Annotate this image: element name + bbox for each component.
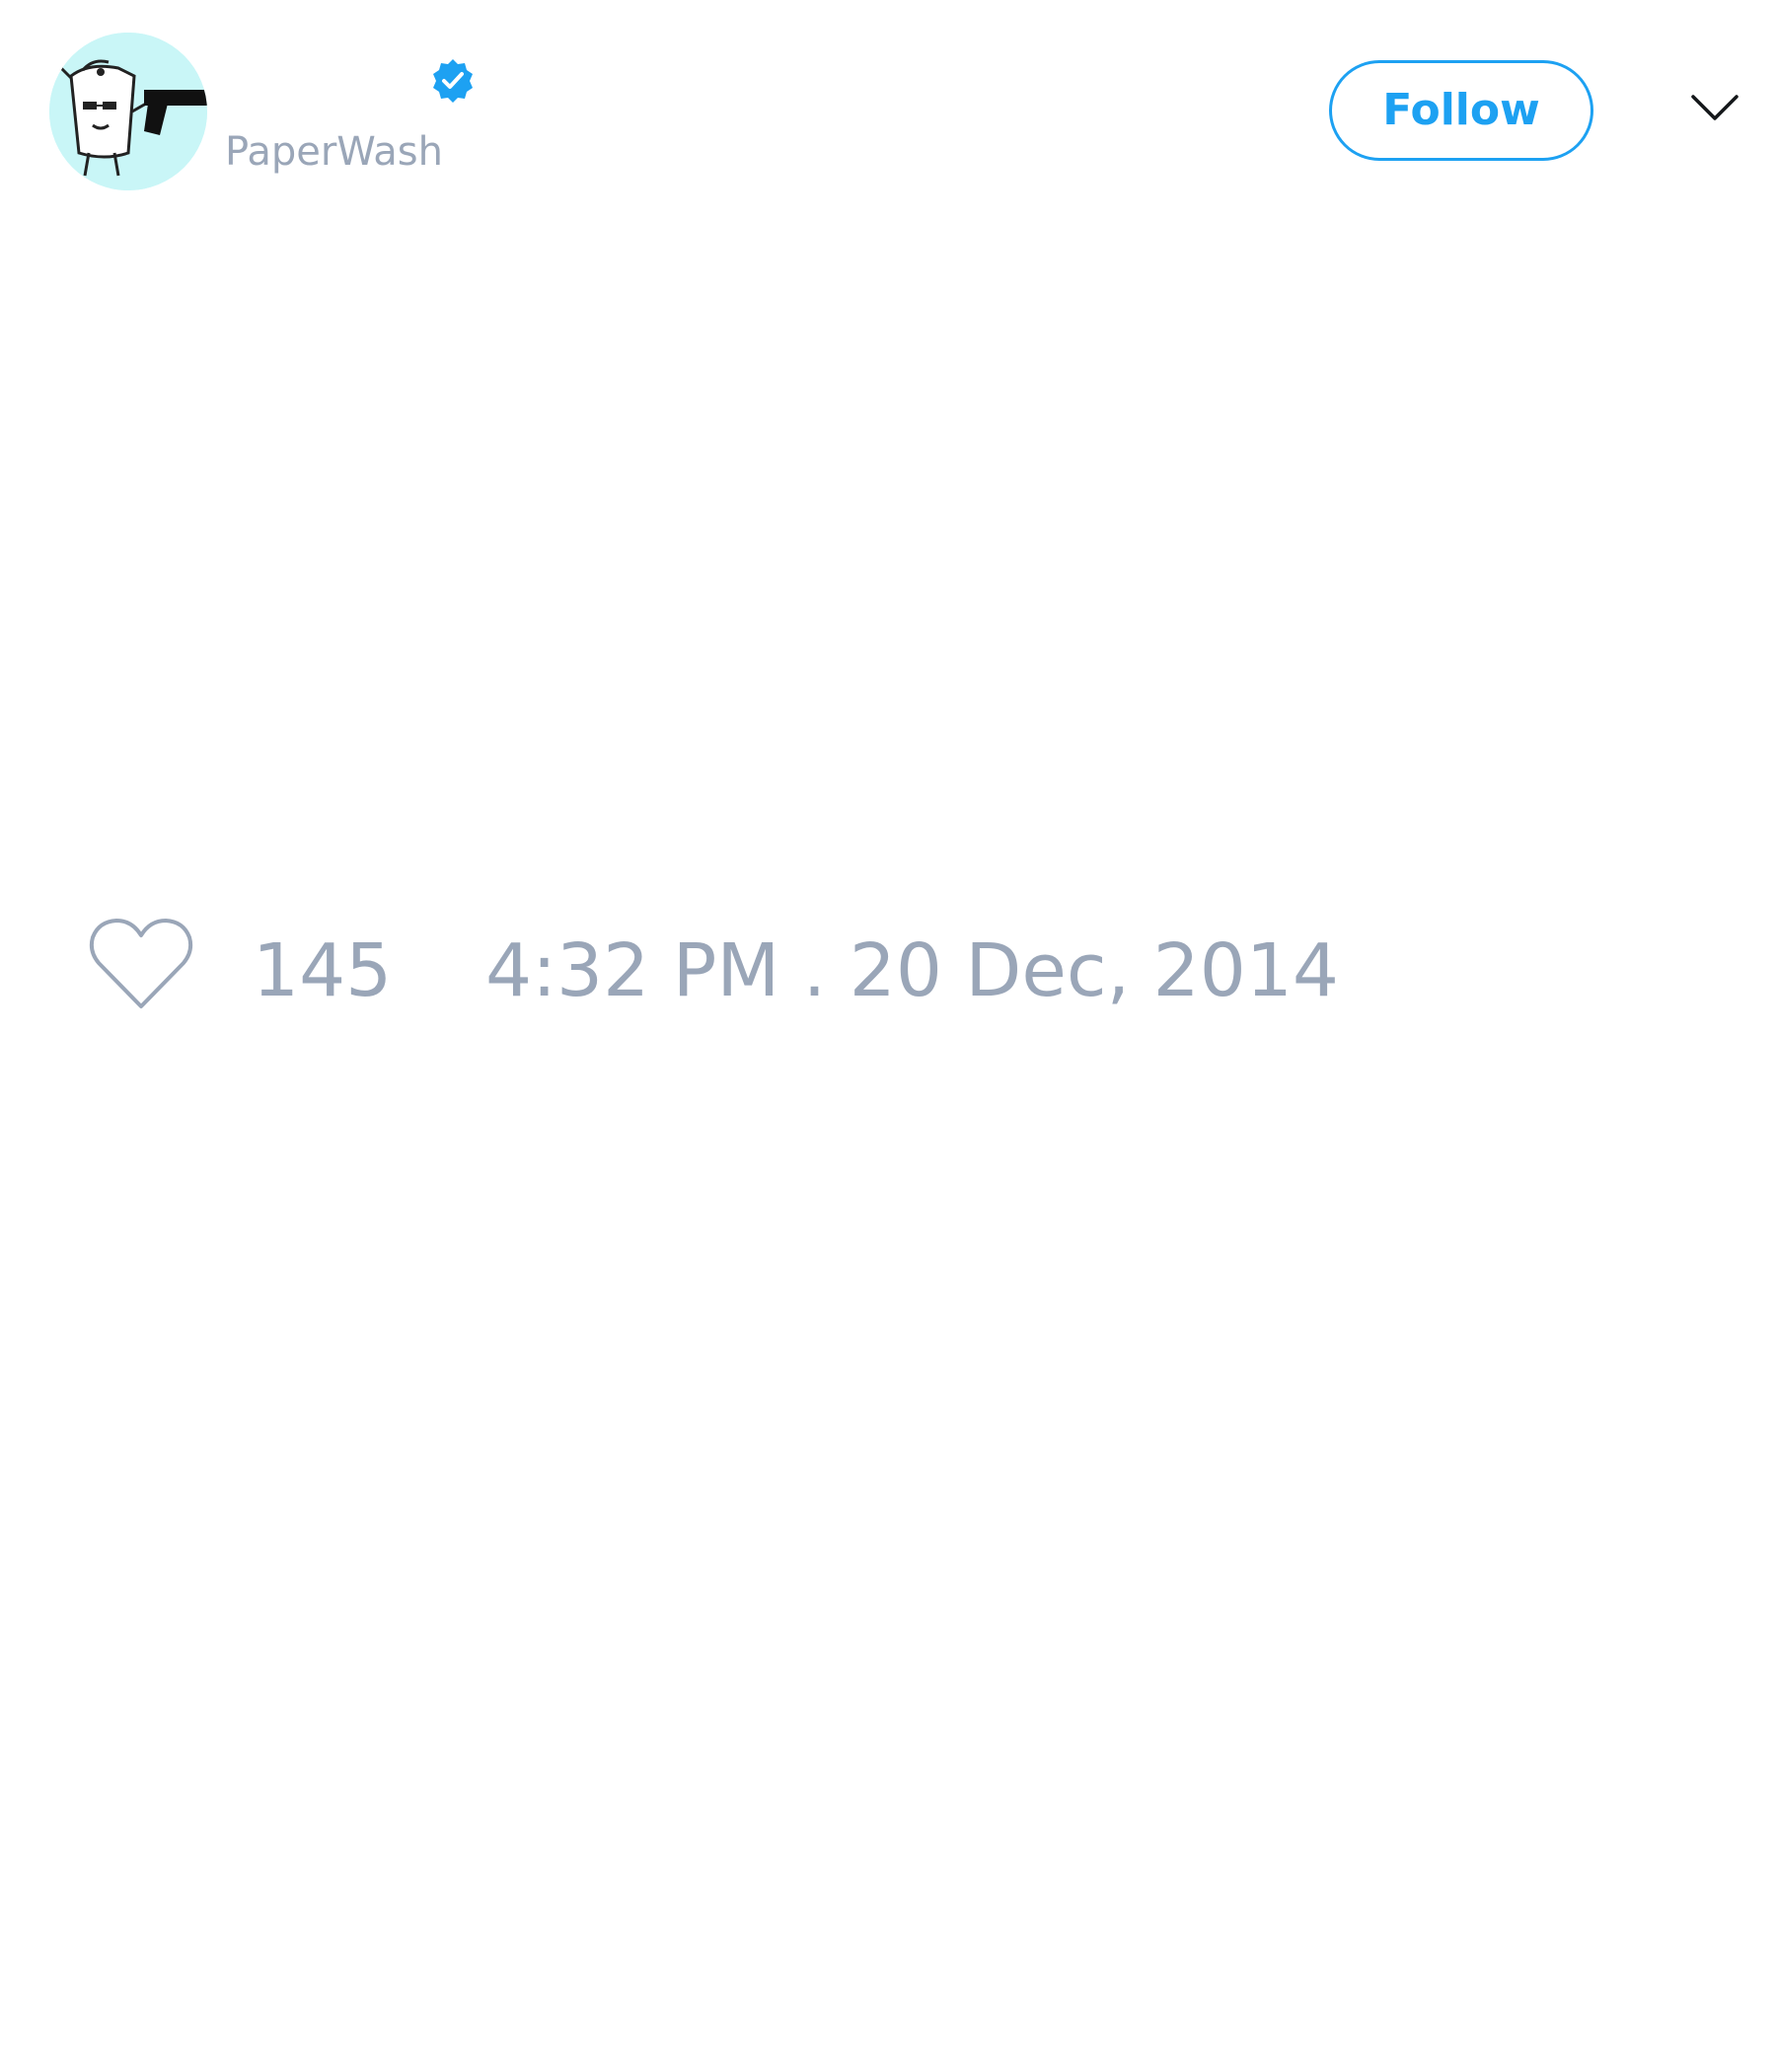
tweet-timestamp[interactable]: 4:32 PM . 20 Dec, 2014: [485, 929, 1339, 1012]
avatar[interactable]: [49, 33, 207, 190]
follow-button[interactable]: Follow: [1329, 60, 1593, 161]
avatar-paper-character-with-gun: [49, 33, 207, 190]
like-count: 145: [253, 928, 393, 1013]
author-handle[interactable]: PaperWash: [225, 126, 443, 178]
tweet-card: PaperWash Follow 145 4:32 PM . 20 Dec, 2…: [0, 0, 1776, 2072]
verified-badge-icon: [433, 59, 473, 103]
chevron-down-icon[interactable]: [1689, 89, 1740, 128]
heart-outline-icon[interactable]: [87, 916, 195, 1014]
